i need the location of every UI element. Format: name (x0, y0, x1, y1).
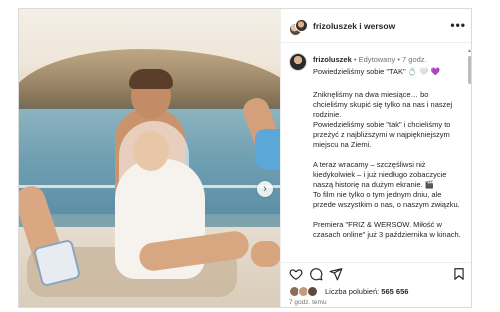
likes-number: 565 656 (381, 287, 409, 296)
collab-avatars[interactable] (289, 19, 308, 37)
caption-username[interactable]: frizoluszek (313, 55, 352, 64)
share-icon[interactable] (329, 267, 343, 281)
post-timestamp: 7 godz. temu (289, 299, 327, 306)
man-hair (129, 69, 173, 89)
post-author-title[interactable]: frizoluszek i wersow (313, 21, 395, 31)
action-bar (281, 262, 471, 284)
post-side-panel: frizoluszek i wersow ••• frizoluszek • E… (280, 9, 471, 307)
avatar (307, 286, 318, 297)
caption-separator: • (351, 55, 359, 64)
bookmark-icon[interactable] (452, 267, 466, 281)
avatar[interactable] (289, 53, 307, 71)
woman-head (133, 131, 169, 171)
caption-first-line: Powiedzieliśmy sobie "TAK" 💍 🤍 💜 (313, 67, 440, 76)
caption-scrollbar[interactable]: ▲ (467, 48, 471, 258)
avatar (295, 19, 308, 32)
scroll-thumb[interactable] (467, 56, 471, 84)
heart-icon[interactable] (289, 267, 303, 281)
post-header: frizoluszek i wersow ••• (281, 9, 471, 43)
comment-icon[interactable] (309, 267, 323, 281)
caption-area: frizoluszek • Edytowany • 7 godz. Powied… (281, 44, 471, 262)
caption-time: • 7 godz. (395, 55, 427, 64)
post-photo[interactable]: › (19, 9, 280, 307)
caption-paragraph: Premiera "FRIZ & WERSOW. Miłość w czasac… (313, 220, 461, 239)
likes-row: Liczba polubień: 565 656 (281, 285, 471, 299)
chevron-right-icon[interactable]: › (257, 181, 273, 197)
scroll-up-icon[interactable]: ▲ (467, 48, 471, 54)
caption-body: Zniknęliśmy na dwa miesiące… bo chcieliś… (313, 90, 463, 250)
caption-header: frizoluszek • Edytowany • 7 godz. (313, 55, 427, 64)
caption-paragraph: A teraz wracamy – szczęśliwsi niż kiedyk… (313, 160, 460, 209)
likes-count[interactable]: Liczba polubień: 565 656 (325, 287, 408, 296)
more-horizontal-icon[interactable]: ••• (450, 18, 466, 32)
edited-label: Edytowany (358, 55, 396, 64)
person-right-shirt (255, 129, 280, 169)
caption-paragraph: Zniknęliśmy na dwa miesiące… bo chcieliś… (313, 90, 453, 149)
likes-label: Liczba polubień: (325, 287, 382, 296)
person-right-foot (251, 241, 280, 267)
instagram-post: › frizoluszek i wersow ••• frizoluszek •… (18, 8, 472, 308)
